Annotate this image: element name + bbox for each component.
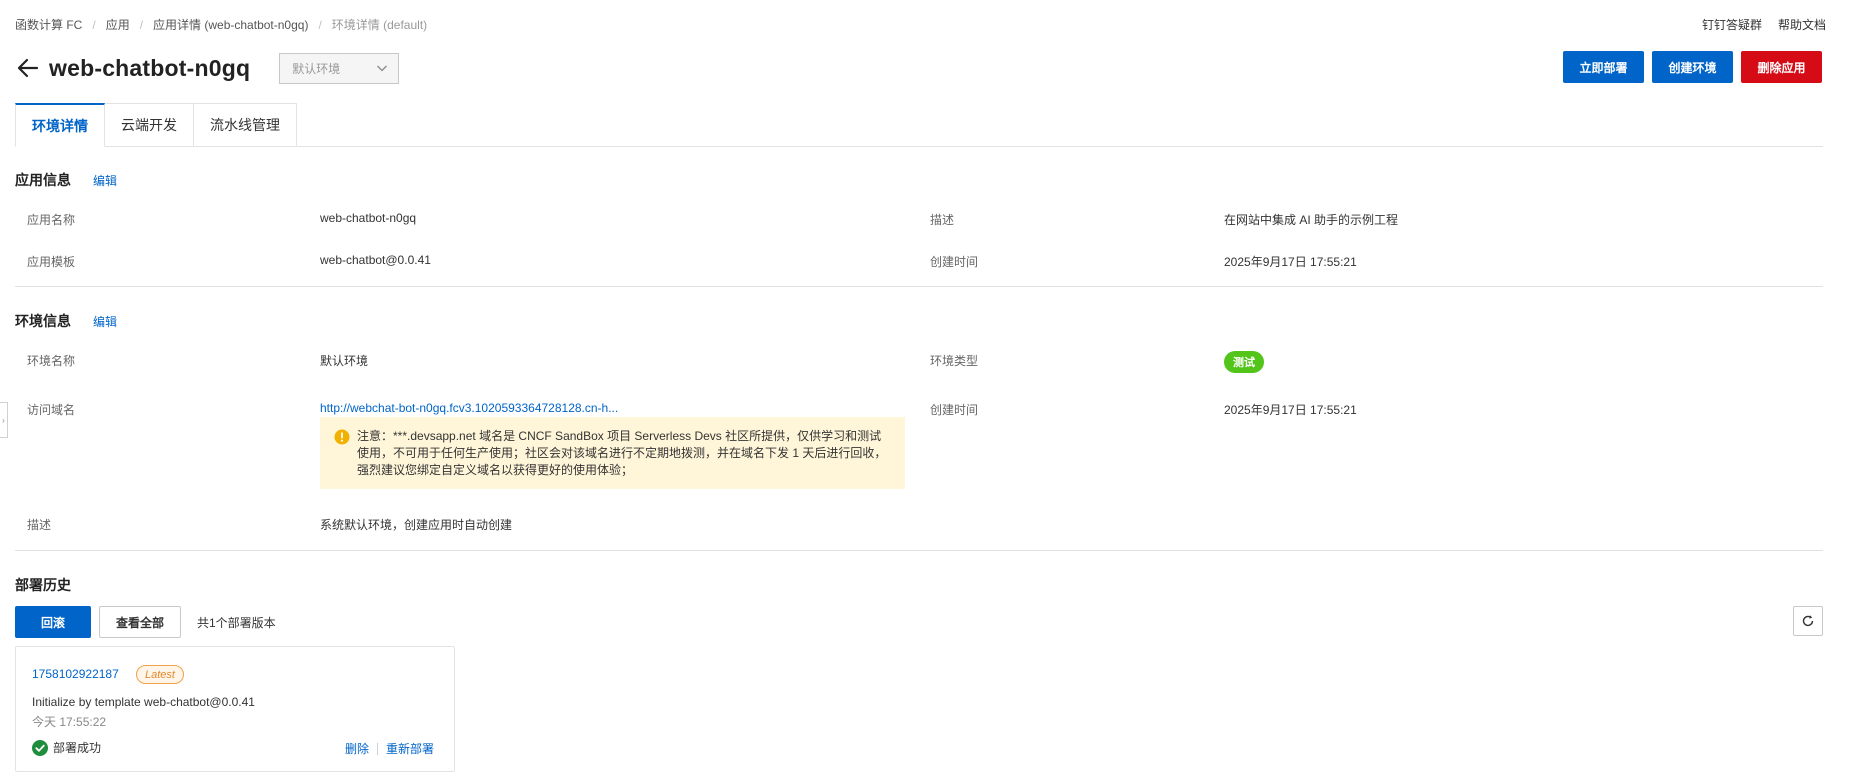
domain-notice: 注意：***.devsapp.net 域名是 CNCF SandBox 项目 S…	[320, 417, 905, 489]
app-info-edit-link[interactable]: 编辑	[93, 172, 117, 189]
app-name-value: web-chatbot-n0gq	[320, 211, 417, 225]
app-info-section-title: 应用信息 编辑	[15, 170, 117, 190]
app-desc-label: 描述	[930, 213, 955, 227]
deploy-version-desc: Initialize by template web-chatbot@0.0.4…	[32, 695, 255, 709]
page-title: web-chatbot-n0gq	[49, 54, 251, 81]
app-info-title: 应用信息	[15, 172, 71, 188]
env-info-title: 环境信息	[15, 313, 71, 329]
env-select[interactable]: 默认环境	[279, 52, 400, 84]
tab-bar: 环境详情 云端开发 流水线管理	[15, 103, 297, 147]
success-check-icon	[32, 739, 48, 756]
latest-badge: Latest	[136, 665, 184, 684]
env-type-label: 环境类型	[930, 354, 979, 368]
redeploy-link[interactable]: 重新部署	[386, 740, 434, 757]
breadcrumb: 函数计算 FC / 应用 / 应用详情 (web-chatbot-n0gq) /…	[15, 16, 427, 33]
env-info-section-title: 环境信息 编辑	[15, 311, 117, 331]
refresh-icon	[1802, 615, 1814, 627]
side-panel-toggle[interactable]: ›	[0, 402, 8, 438]
app-template-label: 应用模板	[27, 255, 76, 269]
back-arrow-icon[interactable]	[15, 55, 41, 81]
tab-env-detail[interactable]: 环境详情	[15, 103, 105, 147]
warning-icon	[334, 429, 350, 445]
section-divider	[15, 286, 1823, 287]
app-template-value: web-chatbot@0.0.41	[320, 253, 431, 267]
action-separator	[376, 742, 378, 755]
tab-cloud-dev[interactable]: 云端开发	[105, 103, 194, 147]
env-created-label: 创建时间	[930, 403, 979, 417]
deploy-version-card: 1758102922187 Latest Initialize by templ…	[15, 646, 455, 772]
env-select-value: 默认环境	[292, 61, 341, 76]
env-domain-label: 访问域名	[27, 403, 76, 417]
tab-divider	[15, 146, 1823, 147]
breadcrumb-separator: /	[318, 17, 322, 32]
chevron-right-icon: ›	[2, 415, 5, 425]
app-name-label: 应用名称	[27, 213, 76, 227]
header-actions: 立即部署 创建环境 删除应用	[1563, 51, 1822, 83]
deploy-status-text: 部署成功	[53, 741, 102, 755]
env-name-value: 默认环境	[320, 354, 369, 368]
chevron-down-icon	[377, 65, 388, 72]
view-all-button[interactable]: 查看全部	[99, 606, 181, 638]
env-desc-value: 系统默认环境，创建应用时自动创建	[320, 518, 513, 532]
env-info-edit-link[interactable]: 编辑	[93, 313, 117, 330]
help-docs-link[interactable]: 帮助文档	[1778, 16, 1826, 33]
breadcrumb-item-app-detail[interactable]: 应用详情 (web-chatbot-n0gq)	[153, 16, 308, 33]
rollback-button[interactable]: 回滚	[15, 606, 91, 638]
breadcrumb-separator: /	[139, 17, 144, 32]
section-divider	[15, 550, 1823, 551]
deploy-count-text: 共1个部署版本	[197, 616, 276, 630]
app-desc-value: 在网站中集成 AI 助手的示例工程	[1224, 213, 1399, 227]
app-created-value: 2025年9月17日 17:55:21	[1224, 255, 1357, 269]
deploy-history-title: 部署历史	[15, 577, 71, 593]
breadcrumb-item-fc[interactable]: 函数计算 FC	[15, 16, 82, 33]
page-header: web-chatbot-n0gq 默认环境	[15, 48, 400, 88]
deploy-now-button[interactable]: 立即部署	[1563, 51, 1644, 83]
breadcrumb-current: 环境详情 (default)	[331, 18, 428, 32]
env-type-badge: 测试	[1224, 351, 1264, 373]
env-name-label: 环境名称	[27, 354, 76, 368]
delete-app-button[interactable]: 删除应用	[1741, 51, 1822, 83]
breadcrumb-item-apps[interactable]: 应用	[106, 16, 130, 33]
tab-pipeline[interactable]: 流水线管理	[194, 103, 297, 147]
breadcrumb-separator: /	[92, 17, 96, 32]
env-desc-label: 描述	[27, 518, 52, 532]
deploy-version-time: 今天 17:55:22	[32, 715, 107, 729]
delete-version-link[interactable]: 删除	[345, 740, 369, 757]
deploy-status: 部署成功	[32, 739, 101, 756]
create-env-button[interactable]: 创建环境	[1652, 51, 1733, 83]
deploy-card-actions: 删除 重新部署	[345, 740, 434, 757]
dingtalk-group-link[interactable]: 钉钉答疑群	[1702, 16, 1762, 33]
top-links: 钉钉答疑群 帮助文档	[1702, 16, 1826, 33]
domain-notice-text: 注意：***.devsapp.net 域名是 CNCF SandBox 项目 S…	[357, 429, 887, 477]
env-created-value: 2025年9月17日 17:55:21	[1224, 403, 1357, 417]
refresh-button[interactable]	[1793, 606, 1823, 636]
deploy-version-id-link[interactable]: 1758102922187	[32, 667, 119, 681]
app-created-label: 创建时间	[930, 255, 979, 269]
env-domain-link[interactable]: http://webchat-bot-n0gq.fcv3.10205933647…	[320, 401, 618, 415]
